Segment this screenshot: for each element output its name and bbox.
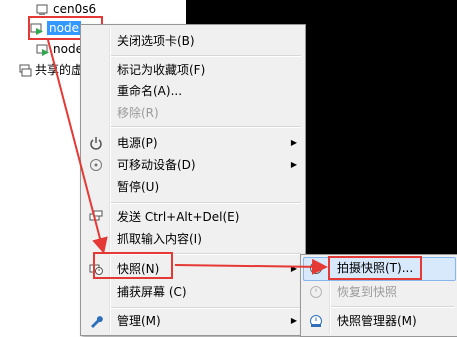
menu-separator	[111, 55, 301, 57]
annotation-box-take-snapshot	[328, 256, 422, 280]
menu-item-label: 快照管理器(M)	[337, 314, 417, 328]
menu-item-label: 恢复到快照	[337, 285, 398, 299]
removable-device-icon	[90, 159, 102, 171]
vm-icon	[36, 4, 48, 15]
menu-item-manage[interactable]: 管理(M) ▶	[81, 311, 305, 331]
menu-item-capture-screen[interactable]: 捕获屏幕 (C)	[81, 282, 305, 302]
menu-item-label: 发送 Ctrl+Alt+Del(E)	[117, 210, 240, 224]
menu-item-remove: 移除(R)	[81, 103, 305, 123]
menu-item-label: 关闭选项卡(B)	[117, 34, 195, 48]
menu-item-label: 管理(M)	[117, 314, 161, 328]
menu-item-close-tab[interactable]: 关闭选项卡(B)	[81, 31, 305, 51]
tree-item-shared-vms[interactable]: 共享的虚	[18, 61, 83, 79]
power-icon	[90, 137, 102, 150]
revert-snapshot-icon	[310, 286, 322, 298]
menu-item-label: 重命名(A)...	[117, 84, 183, 98]
menu-item-label: 可移动设备(D)	[117, 158, 196, 172]
submenu-arrow-icon: ▶	[290, 160, 297, 169]
menu-item-removable-devices[interactable]: 可移动设备(D) ▶	[81, 155, 305, 175]
menu-item-label: 抓取输入内容(I)	[117, 232, 202, 246]
menu-item-pause[interactable]: 暂停(U)	[81, 177, 305, 197]
keyboard-send-icon	[89, 210, 103, 221]
menu-item-label: 电源(P)	[117, 136, 158, 150]
menu-item-send-ctrl-alt-del[interactable]: 发送 Ctrl+Alt+Del(E)	[81, 207, 305, 227]
submenu-arrow-icon: ▶	[290, 138, 297, 147]
context-menu: 关闭选项卡(B) 标记为收藏项(F) 重命名(A)... 移除(R) 电源(P)…	[80, 24, 306, 336]
menu-item-label: 暂停(U)	[117, 180, 160, 194]
shared-vms-icon	[19, 64, 32, 76]
submenu-arrow-icon: ▶	[290, 316, 297, 325]
menu-item-mark-favorite[interactable]: 标记为收藏项(F)	[81, 60, 305, 80]
menu-item-grab-input[interactable]: 抓取输入内容(I)	[81, 229, 305, 249]
tree-item-label: 共享的虚	[35, 63, 84, 77]
menu-item-label: 标记为收藏项(F)	[117, 63, 206, 77]
menu-separator	[111, 202, 301, 204]
annotation-box-snapshot	[93, 252, 173, 279]
snapshot-manager-icon	[310, 315, 322, 327]
submenu-item-revert-snapshot: 恢复到快照	[301, 282, 457, 302]
take-snapshot-icon	[310, 262, 322, 274]
submenu-item-snapshot-manager[interactable]: 快照管理器(M)	[301, 311, 457, 331]
vm-running-icon	[36, 44, 49, 56]
menu-separator	[111, 126, 301, 128]
menu-item-label: 捕获屏幕 (C)	[117, 285, 187, 299]
submenu-arrow-icon: ▶	[290, 264, 297, 273]
tree-item-node[interactable]: node	[36, 40, 83, 58]
menu-item-label: 移除(R)	[117, 106, 159, 120]
wrench-icon	[91, 316, 103, 328]
tree-item-label: node	[53, 42, 83, 56]
tree-item-label: cen0s6	[53, 2, 97, 16]
menu-item-rename[interactable]: 重命名(A)...	[81, 81, 305, 101]
menu-separator	[331, 306, 454, 308]
menu-separator	[111, 307, 301, 309]
menu-item-power[interactable]: 电源(P) ▶	[81, 133, 305, 153]
